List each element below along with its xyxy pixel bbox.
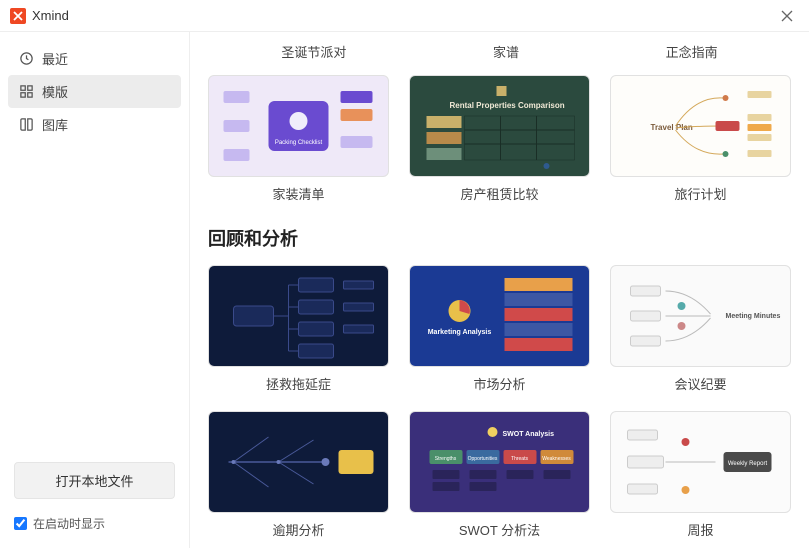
svg-text:Weekly Report: Weekly Report (728, 461, 768, 467)
template-grid: Packing Checklist 家装清单 Rental Properties… (208, 75, 791, 203)
nav-recent[interactable]: 最近 (8, 42, 181, 75)
template-thumb: Rental Properties Comparison (409, 75, 590, 177)
template-caption: 周报 (687, 520, 713, 539)
close-button[interactable] (775, 4, 799, 28)
section-title: 回顾和分析 (208, 225, 791, 251)
layout: 最近 模版 图库 打开本地文件 在启动时显示 圣诞节派对 家谱 (0, 32, 809, 548)
template-thumb: Meeting Minutes (610, 265, 791, 367)
template-caption: 家谱 (493, 42, 519, 61)
svg-text:Packing Checklist: Packing Checklist (275, 140, 323, 146)
template-card[interactable]: Marketing Analysis 市场分析 (409, 265, 590, 393)
template-caption: 市场分析 (473, 374, 525, 393)
template-thumb: SWOT Analysis Strengths Opportunities Th… (409, 411, 590, 513)
template-thumb: Weekly Report (610, 411, 791, 513)
startup-label: 在启动时显示 (33, 515, 105, 532)
app-icon (10, 8, 26, 24)
template-caption: 会议纪要 (674, 374, 726, 393)
titlebar-left: Xmind (10, 8, 69, 24)
template-thumb (208, 265, 389, 367)
nav-label: 模版 (42, 82, 68, 101)
svg-text:Threats: Threats (511, 456, 528, 462)
template-caption: 正念指南 (666, 42, 718, 61)
svg-text:Strengths: Strengths (435, 456, 457, 462)
grid-icon (18, 84, 34, 100)
template-caption: 房产租赁比较 (460, 184, 538, 203)
nav-label: 图库 (42, 115, 68, 134)
svg-text:Opportunities: Opportunities (468, 456, 498, 462)
startup-checkbox-input[interactable] (14, 517, 27, 530)
startup-checkbox[interactable]: 在启动时显示 (8, 511, 181, 538)
template-thumb: Travel Plan (610, 75, 791, 177)
nav: 最近 模版 图库 (8, 42, 181, 454)
template-grid: 拯救拖延症 Marketing Analysis 市场分 (208, 265, 791, 539)
template-card[interactable]: Weekly Report 周报 (610, 411, 791, 539)
template-card[interactable]: 逾期分析 (208, 411, 389, 539)
svg-text:Meeting Minutes: Meeting Minutes (726, 313, 781, 320)
svg-text:Rental Properties Comparison: Rental Properties Comparison (450, 101, 565, 110)
template-card[interactable]: SWOT Analysis Strengths Opportunities Th… (409, 411, 590, 539)
template-caption: 家装清单 (272, 184, 324, 203)
template-card[interactable]: Rental Properties Comparison 房产租赁比较 (409, 75, 590, 203)
prev-row-labels: 圣诞节派对 家谱 正念指南 (208, 42, 791, 61)
open-local-file-button[interactable]: 打开本地文件 (14, 462, 175, 499)
nav-templates[interactable]: 模版 (8, 75, 181, 108)
template-caption: 旅行计划 (674, 184, 726, 203)
sidebar: 最近 模版 图库 打开本地文件 在启动时显示 (0, 32, 190, 548)
template-thumb (208, 411, 389, 513)
nav-label: 最近 (42, 49, 68, 68)
book-icon (18, 117, 34, 133)
template-thumb: Packing Checklist (208, 75, 389, 177)
titlebar: Xmind (0, 0, 809, 32)
template-caption: 圣诞节派对 (281, 42, 346, 61)
main: 圣诞节派对 家谱 正念指南 Packing Checklist (190, 32, 809, 548)
svg-text:Weaknesses: Weaknesses (542, 456, 571, 462)
template-thumb: Marketing Analysis (409, 265, 590, 367)
svg-text:Marketing Analysis: Marketing Analysis (428, 329, 492, 336)
template-card[interactable]: Packing Checklist 家装清单 (208, 75, 389, 203)
nav-gallery[interactable]: 图库 (8, 108, 181, 141)
clock-icon (18, 51, 34, 67)
template-card[interactable]: Meeting Minutes 会议纪要 (610, 265, 791, 393)
template-caption: 拯救拖延症 (266, 374, 331, 393)
svg-text:SWOT Analysis: SWOT Analysis (503, 431, 555, 438)
template-caption: SWOT 分析法 (459, 520, 540, 539)
template-caption: 逾期分析 (272, 520, 324, 539)
template-card[interactable]: Travel Plan 旅行计划 (610, 75, 791, 203)
app-title: Xmind (32, 8, 69, 23)
template-card[interactable]: 拯救拖延症 (208, 265, 389, 393)
